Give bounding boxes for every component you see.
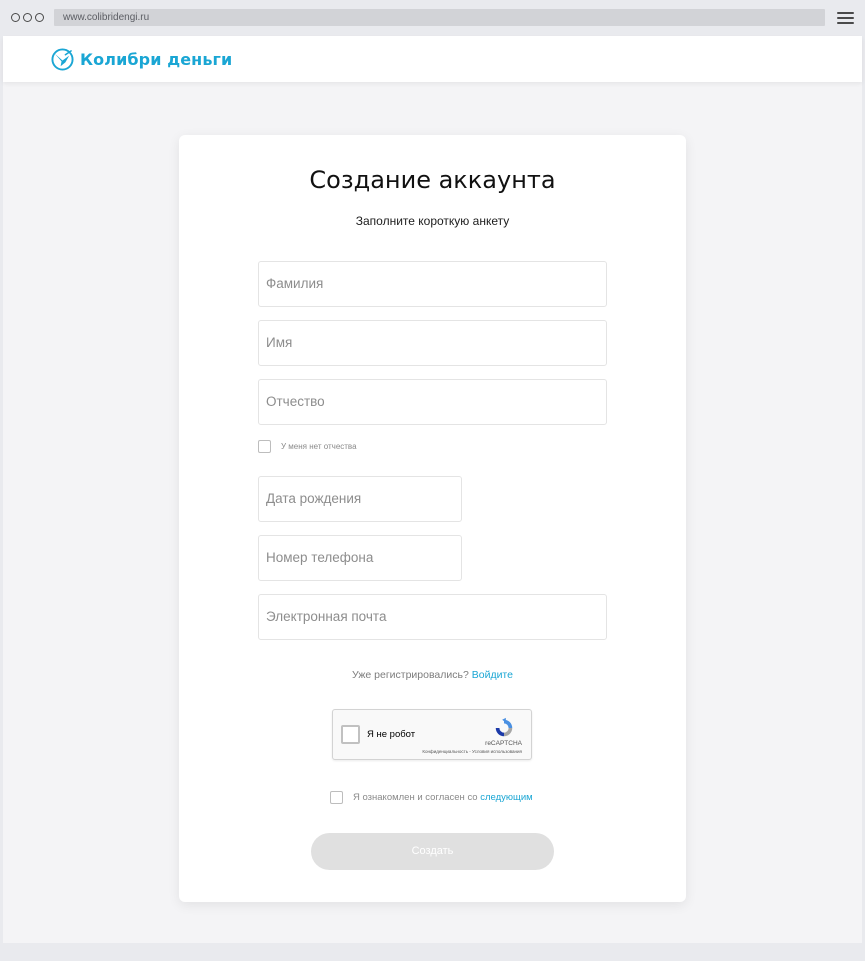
no-patronymic-option[interactable]: У меня нет отчества	[258, 440, 357, 453]
no-patronymic-checkbox[interactable]	[258, 440, 271, 453]
recaptcha-brand: reCAPTCHA	[485, 740, 522, 747]
recaptcha-widget: Я не робот reCAPTCHA Конфиденциальность …	[332, 709, 532, 760]
agreement-link[interactable]: следующим	[480, 792, 532, 803]
browser-toolbar: www.colibridengi.ru	[0, 0, 865, 36]
brand-name: Колибри деньги	[80, 50, 233, 69]
surname-input[interactable]: Фамилия	[258, 261, 607, 307]
registration-card: Создание аккаунта Заполните короткую анк…	[179, 135, 686, 902]
patronymic-input[interactable]: Отчество	[258, 379, 607, 425]
site-header: Колибри деньги	[3, 36, 862, 82]
brand-logo[interactable]: Колибри деньги	[51, 48, 232, 71]
recaptcha-checkbox[interactable]	[341, 725, 360, 744]
login-link[interactable]: Войдите	[472, 669, 513, 681]
no-patronymic-label: У меня нет отчества	[281, 442, 357, 451]
login-prompt: Уже регистрировались? Войдите	[179, 669, 686, 681]
page-viewport: Колибри деньги Создание аккаунта Заполни…	[3, 36, 862, 943]
birth-date-input[interactable]: Дата рождения	[258, 476, 462, 522]
recaptcha-icon	[495, 717, 513, 737]
hamburger-menu-icon[interactable]	[837, 12, 854, 24]
agreement-option[interactable]: Я ознакомлен и согласен со следующим	[330, 791, 533, 804]
window-dot-icon[interactable]	[23, 13, 32, 22]
window-dot-icon[interactable]	[11, 13, 20, 22]
recaptcha-terms-link[interactable]: Конфиденциальность - Условия использован…	[422, 749, 522, 754]
hummingbird-icon	[51, 48, 74, 71]
create-account-button[interactable]: Создать	[311, 833, 554, 870]
page-subtitle: Заполните короткую анкету	[355, 214, 510, 228]
address-bar[interactable]: www.colibridengi.ru	[54, 9, 825, 26]
recaptcha-label: Я не робот	[367, 729, 416, 740]
window-controls	[11, 13, 44, 22]
agreement-label: Я ознакомлен и согласен со следующим	[353, 792, 533, 803]
agreement-text: Я ознакомлен и согласен со	[353, 792, 478, 803]
agreement-checkbox[interactable]	[330, 791, 343, 804]
login-prompt-text: Уже регистрировались?	[352, 669, 469, 681]
name-input[interactable]: Имя	[258, 320, 607, 366]
phone-input[interactable]: Номер телефона	[258, 535, 462, 581]
email-input[interactable]: Электронная почта	[258, 594, 607, 640]
window-dot-icon[interactable]	[35, 13, 44, 22]
page-title: Создание аккаунта	[309, 166, 556, 194]
